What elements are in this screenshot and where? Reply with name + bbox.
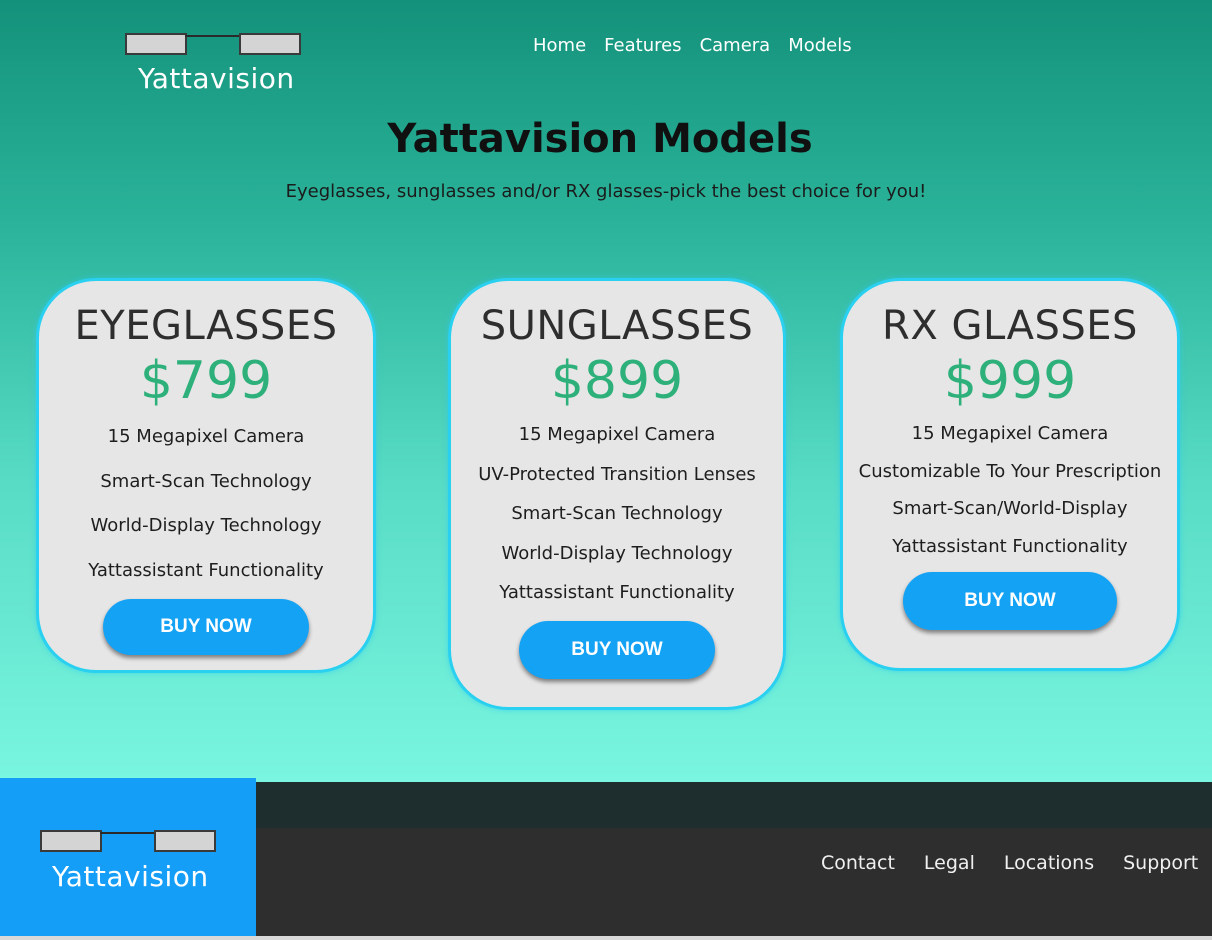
bridge-shape [100, 832, 156, 834]
footer-logo[interactable]: Yattavision [40, 830, 220, 893]
card-price: $999 [943, 351, 1077, 411]
footer-locations-link[interactable]: Locations [1004, 852, 1094, 874]
feature-item: 15 Megapixel Camera [518, 424, 716, 445]
feature-item: 15 Megapixel Camera [107, 426, 305, 447]
page-subtitle: Eyeglasses, sunglasses and/or RX glasses… [285, 181, 927, 202]
footer-legal-link[interactable]: Legal [924, 852, 975, 874]
nav-home-link[interactable]: Home [533, 35, 586, 56]
footer-nav: Contact Legal Locations Support [821, 852, 1198, 874]
card-title: SUNGLASSES [480, 303, 754, 349]
bridge-shape [185, 35, 241, 37]
card-price: $799 [139, 351, 273, 411]
left-lens-shape [125, 33, 187, 55]
feature-list: 15 Megapixel Camera UV-Protected Transit… [451, 415, 783, 613]
card-title: EYEGLASSES [74, 303, 338, 349]
nav-features-link[interactable]: Features [604, 35, 681, 56]
feature-item: Smart-Scan/World-Display [892, 498, 1128, 519]
feature-item: Customizable To Your Prescription [858, 460, 1162, 482]
feature-list: 15 Megapixel Camera Customizable To Your… [843, 415, 1177, 565]
footer-bottom-strip [0, 936, 1212, 940]
footer-brand-wordmark: Yattavision [52, 860, 209, 893]
footer-brand-panel: Yattavision [0, 778, 256, 936]
right-lens-shape [154, 830, 216, 852]
sunglasses-card: SUNGLASSES $899 15 Megapixel Camera UV-P… [448, 278, 786, 710]
footer-top-strip [256, 782, 1212, 828]
page-title: Yattavision Models [387, 116, 813, 162]
nav-models-link[interactable]: Models [788, 35, 851, 56]
main-nav: Home Features Camera Models [533, 35, 852, 56]
feature-item: Yattassistant Functionality [499, 582, 735, 603]
feature-list: 15 Megapixel Camera Smart-Scan Technolog… [39, 415, 373, 593]
feature-item: Smart-Scan Technology [511, 503, 723, 524]
feature-item: Yattassistant Functionality [88, 559, 324, 581]
buy-now-button[interactable]: BUY NOW [103, 599, 309, 655]
feature-item: 15 Megapixel Camera [911, 423, 1109, 444]
feature-item: World-Display Technology [90, 515, 322, 536]
footer-bar [256, 828, 1212, 936]
card-price: $899 [550, 351, 684, 411]
eyeglasses-card: EYEGLASSES $799 15 Megapixel Camera Smar… [36, 278, 376, 673]
nav-camera-link[interactable]: Camera [700, 35, 771, 56]
footer-support-link[interactable]: Support [1123, 852, 1198, 874]
brand-wordmark: Yattavision [138, 62, 295, 95]
buy-now-button[interactable]: BUY NOW [903, 572, 1117, 630]
left-lens-shape [40, 830, 102, 852]
feature-item: World-Display Technology [501, 542, 733, 564]
right-lens-shape [239, 33, 301, 55]
footer-contact-link[interactable]: Contact [821, 852, 895, 874]
feature-item: UV-Protected Transition Lenses [478, 463, 756, 485]
feature-item: Smart-Scan Technology [100, 470, 312, 492]
feature-item: Yattassistant Functionality [892, 535, 1128, 557]
buy-now-button[interactable]: BUY NOW [519, 620, 715, 679]
header-logo[interactable]: Yattavision [125, 33, 305, 95]
card-title: RX GLASSES [882, 303, 1138, 349]
rx-glasses-card: RX GLASSES $999 15 Megapixel Camera Cust… [840, 278, 1180, 671]
